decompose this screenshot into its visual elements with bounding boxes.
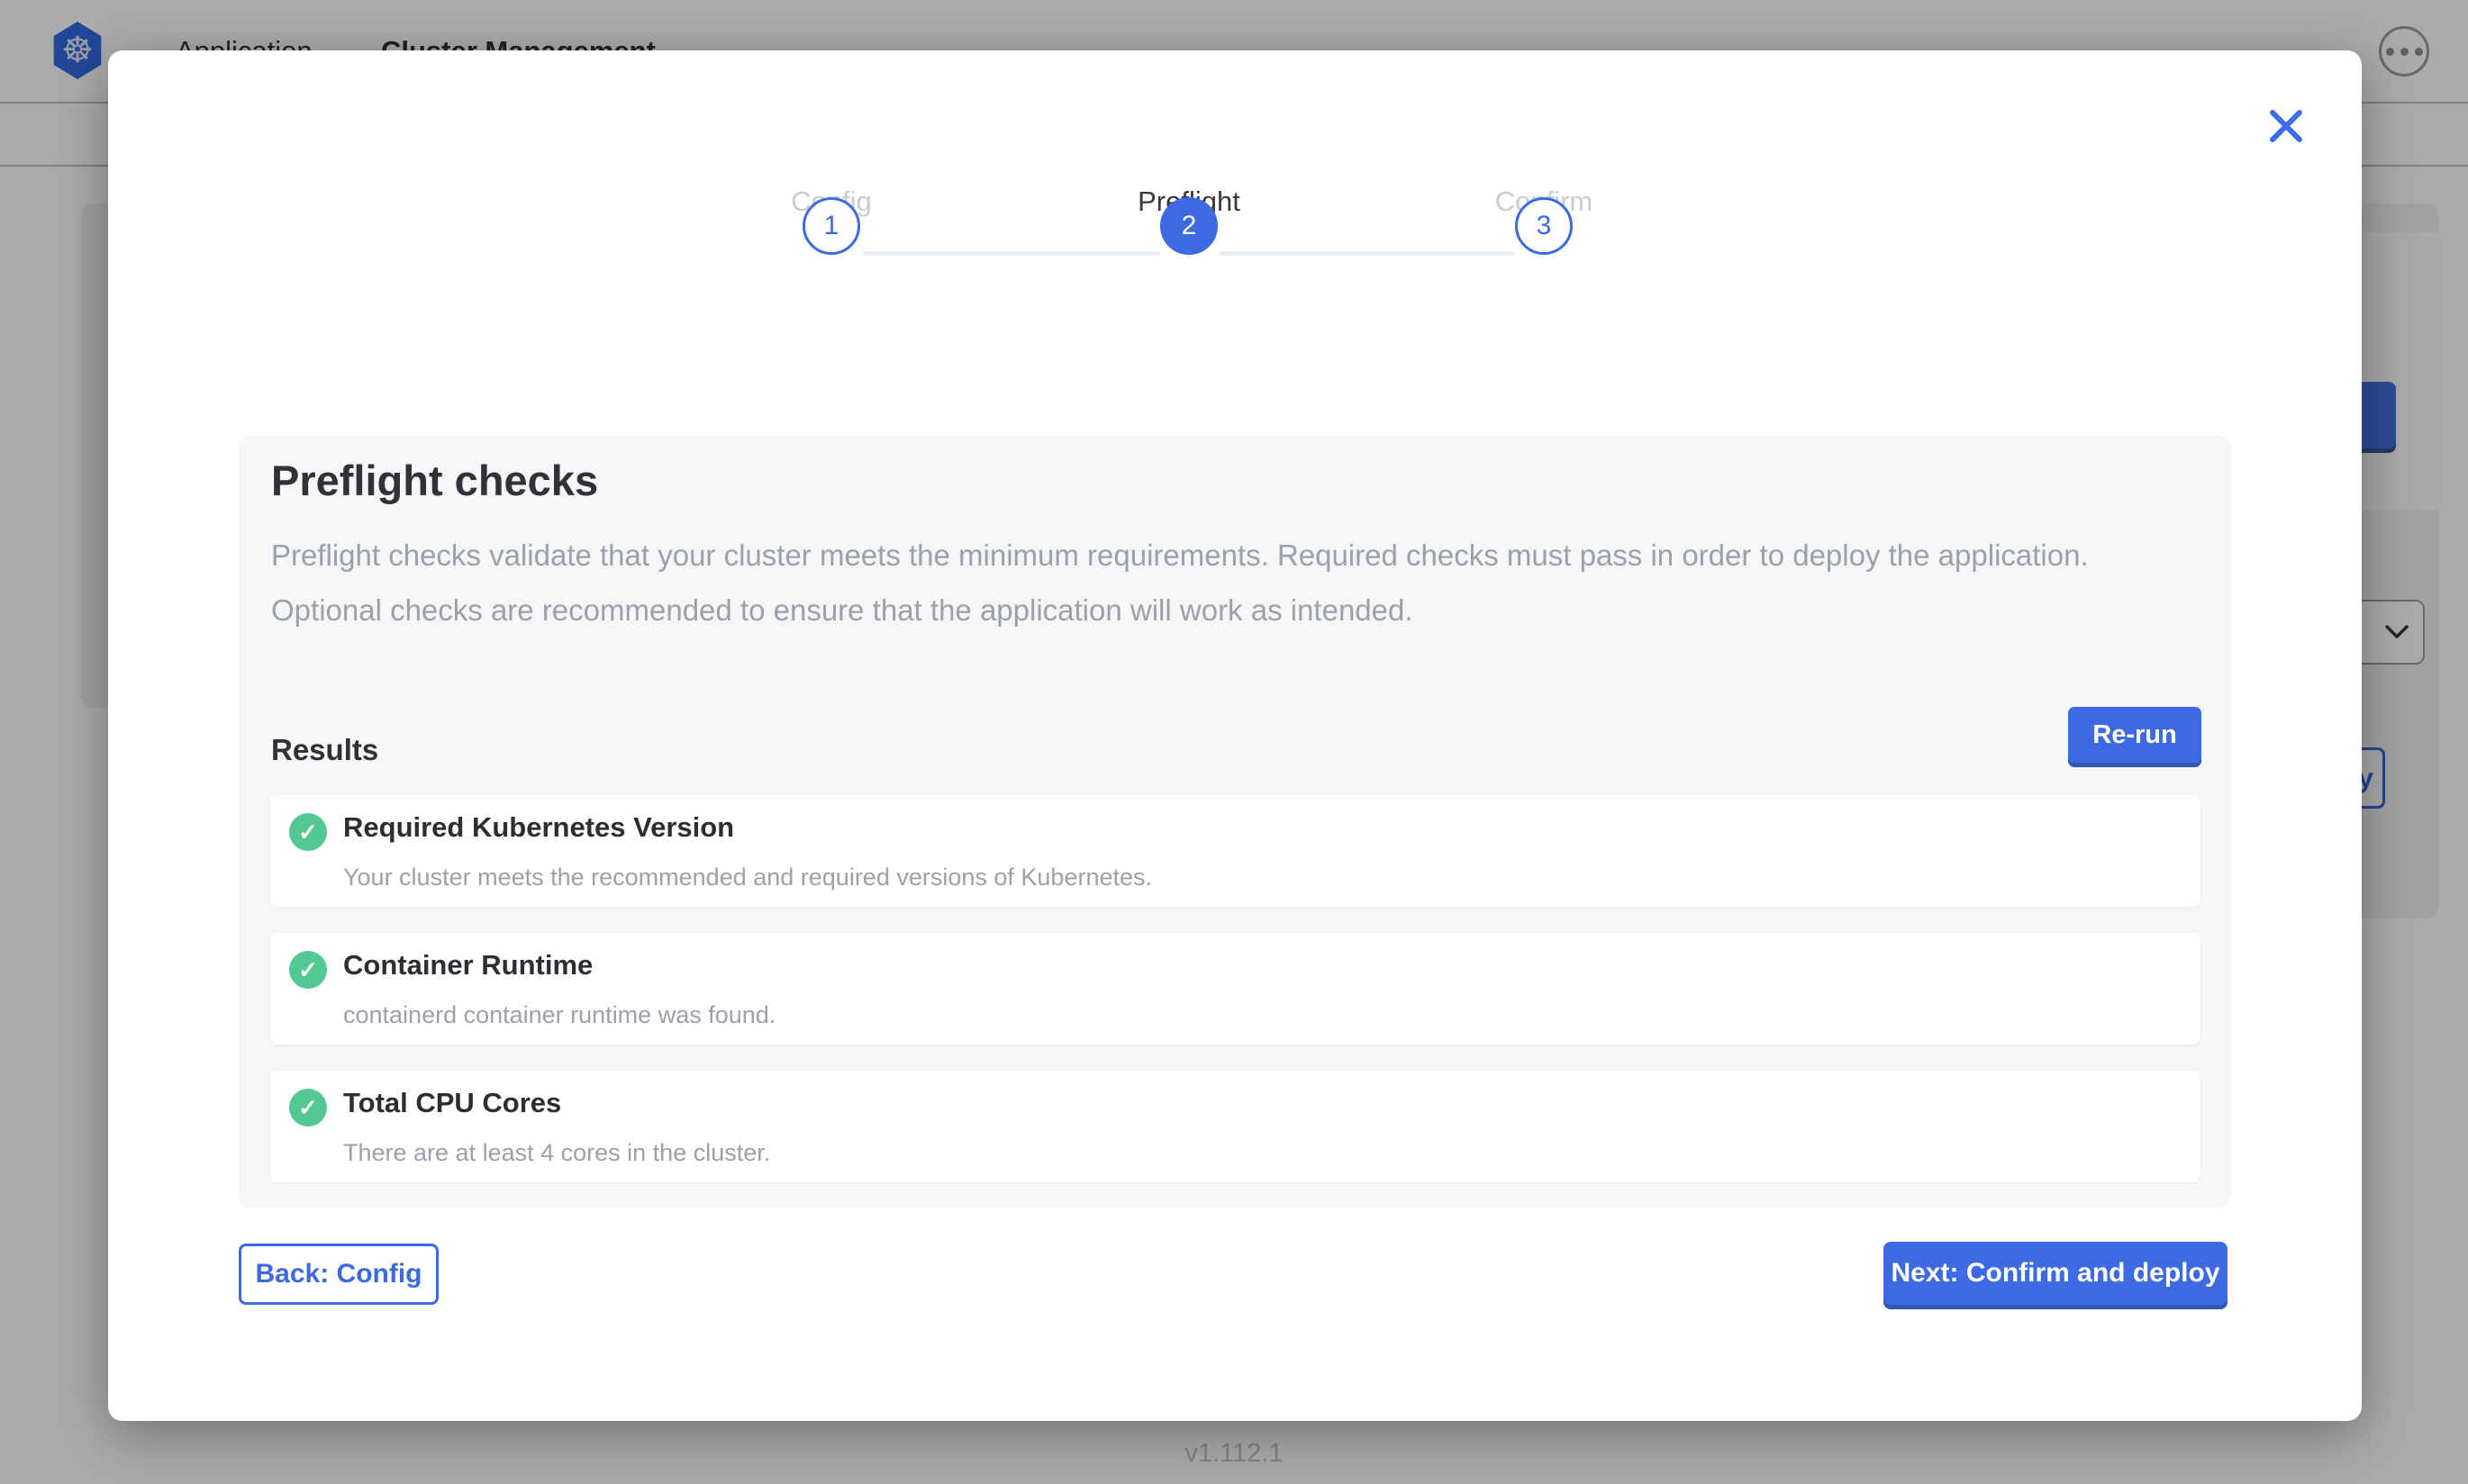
close-icon[interactable] xyxy=(2263,103,2309,149)
results-heading: Results xyxy=(271,733,378,767)
check-pass-icon: ✓ xyxy=(289,813,327,851)
step-connector xyxy=(863,251,1160,256)
check-result-row: ✓ Required Kubernetes Version Your clust… xyxy=(270,795,2200,907)
check-title: Container Runtime xyxy=(343,949,593,982)
preflight-modal: Config Preflight Confirm 1 2 3 Preflight… xyxy=(108,50,2362,1421)
step-connector xyxy=(1220,251,1515,256)
back-config-button[interactable]: Back: Config xyxy=(239,1244,439,1305)
check-title: Total CPU Cores xyxy=(343,1087,561,1119)
page-title: Preflight checks xyxy=(271,456,598,505)
step-circle-config[interactable]: 1 xyxy=(803,197,860,255)
step-circle-confirm[interactable]: 3 xyxy=(1515,197,1573,255)
check-result-row: ✓ Total CPU Cores There are at least 4 c… xyxy=(270,1071,2200,1182)
rerun-button[interactable]: Re-run xyxy=(2068,707,2201,763)
check-pass-icon: ✓ xyxy=(289,951,327,989)
check-description: There are at least 4 cores in the cluste… xyxy=(343,1139,770,1167)
close-x-glyph xyxy=(2265,105,2307,147)
preflight-panel: Preflight checks Preflight checks valida… xyxy=(239,436,2231,1208)
check-description: containerd container runtime was found. xyxy=(343,1001,776,1029)
next-confirm-deploy-button[interactable]: Next: Confirm and deploy xyxy=(1883,1242,2228,1305)
check-description: Your cluster meets the recommended and r… xyxy=(343,864,1152,891)
check-title: Required Kubernetes Version xyxy=(343,811,734,844)
check-pass-icon: ✓ xyxy=(289,1089,327,1127)
check-result-row: ✓ Container Runtime containerd container… xyxy=(270,933,2200,1045)
step-circle-preflight[interactable]: 2 xyxy=(1160,197,1218,255)
preflight-description: Preflight checks validate that your clus… xyxy=(271,528,2166,638)
